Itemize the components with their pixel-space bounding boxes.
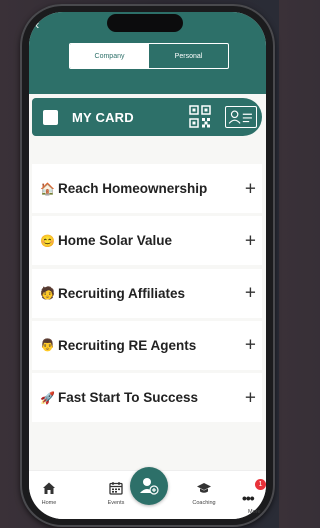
list-item[interactable]: 🏠 Reach Homeownership + [32, 164, 262, 213]
phone-frame: ‹ Company Personal MY CARD 🏠 Reach Homeo… [20, 4, 275, 527]
plus-icon[interactable]: + [245, 179, 256, 198]
tab-home[interactable]: Home [29, 471, 69, 519]
segment-personal[interactable]: Personal [149, 44, 228, 68]
my-card-checkbox[interactable] [43, 109, 58, 125]
list-item-label: Recruiting RE Agents [58, 337, 197, 353]
add-contact-icon [140, 478, 159, 495]
person-icon: 👨 [40, 338, 55, 353]
house-icon: 🏠 [40, 181, 55, 196]
list-item-label: Reach Homeownership [58, 181, 208, 196]
my-card-label: MY CARD [72, 109, 134, 125]
list-item-label: Recruiting Affiliates [58, 285, 186, 301]
list-item-label: Home Solar Value [58, 233, 173, 249]
my-card-banner[interactable]: MY CARD [32, 98, 262, 136]
list-item[interactable]: 🚀 Fast Start To Success + [32, 373, 262, 423]
app-screen: ‹ Company Personal MY CARD 🏠 Reach Homeo… [29, 12, 266, 519]
list-item-label: Fast Start To Success [58, 390, 199, 406]
list-item[interactable]: 👨 Recruiting RE Agents + [32, 320, 262, 370]
smiley-icon: 😊 [40, 233, 55, 248]
tab-events[interactable]: Events [96, 471, 136, 519]
tab-more-label[interactable]: More [248, 509, 261, 515]
list-item[interactable]: 😊 Home Solar Value + [32, 216, 262, 266]
dynamic-island [107, 14, 183, 32]
header-bar: ‹ Company Personal [29, 12, 266, 94]
graduation-cap-icon [197, 483, 211, 493]
more-dots-icon[interactable]: ••• [242, 490, 255, 506]
notification-badge: 1 [255, 479, 266, 490]
segment-company[interactable]: Company [70, 44, 149, 68]
tab-home-label: Home [41, 500, 57, 506]
tab-events-label: Events [107, 500, 125, 506]
tab-coaching[interactable]: Coaching [184, 471, 224, 519]
chevron-left-icon[interactable]: ‹ [35, 18, 39, 31]
plus-icon[interactable]: + [245, 231, 256, 250]
qr-code-icon[interactable] [189, 105, 211, 128]
tab-coaching-label: Coaching [192, 500, 216, 506]
rocket-icon: 🚀 [40, 390, 55, 405]
main-content: MY CARD 🏠 Reach Homeownership + 😊 Home S… [29, 94, 266, 454]
segmented-control: Company Personal [69, 43, 229, 69]
person-icon: 🧑 [40, 286, 55, 301]
campaign-list: 🏠 Reach Homeownership + 😊 Home Solar Val… [32, 164, 262, 425]
calendar-icon [109, 482, 123, 495]
plus-icon[interactable]: + [245, 284, 256, 303]
plus-icon[interactable]: + [245, 388, 256, 407]
plus-icon[interactable]: + [245, 336, 256, 355]
id-card-icon[interactable] [225, 106, 257, 128]
add-contact-button[interactable] [130, 467, 168, 505]
list-item[interactable]: 🧑 Recruiting Affiliates + [32, 268, 262, 318]
home-icon [43, 482, 55, 494]
